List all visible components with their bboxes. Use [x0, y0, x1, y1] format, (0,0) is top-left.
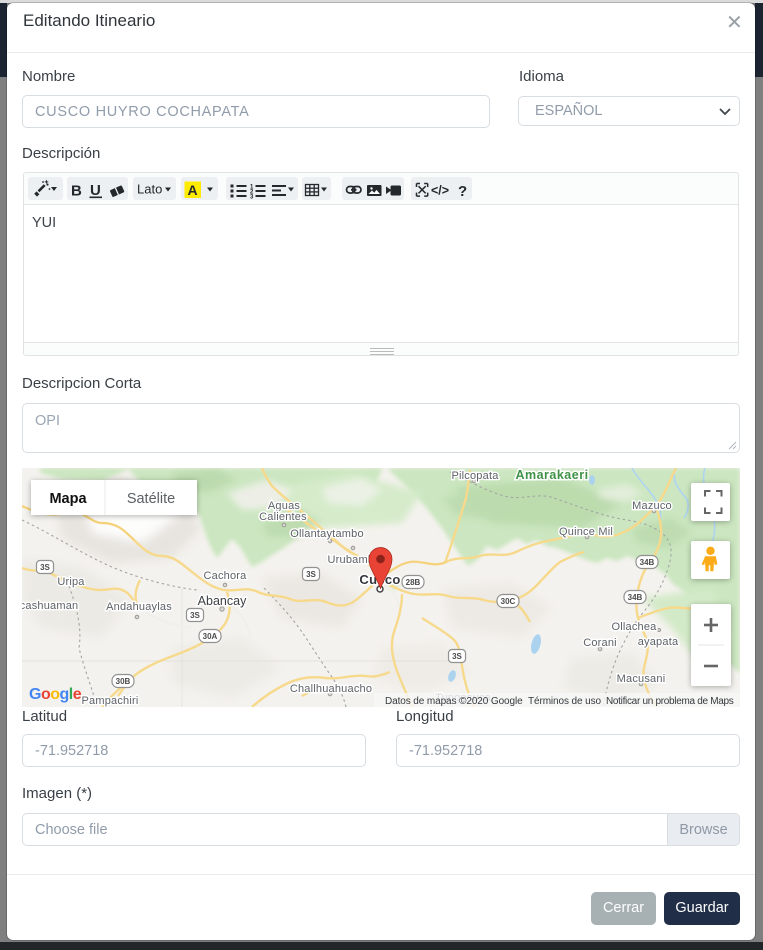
svg-text:Cachora: Cachora [204, 570, 248, 582]
svg-text:Ollachea: Ollachea [611, 621, 657, 633]
svg-text:Lato: Lato [137, 182, 162, 197]
svg-text:Amarakaeri: Amarakaeri [515, 468, 588, 482]
svg-text:30B: 30B [116, 677, 131, 686]
svg-text:?: ? [458, 183, 467, 200]
svg-text:Abancay: Abancay [198, 594, 247, 608]
svg-text:Pampachiri: Pampachiri [81, 695, 138, 707]
svg-text:30C: 30C [501, 597, 516, 606]
svg-text:U: U [90, 182, 101, 199]
svg-text:Calientes: Calientes [259, 511, 307, 523]
svg-text:30A: 30A [203, 632, 218, 641]
svg-text:Challhuahuacho: Challhuahuacho [290, 683, 372, 695]
svg-text:B: B [71, 183, 82, 200]
svg-text:Mapa: Mapa [49, 491, 87, 507]
svg-text:3S: 3S [40, 563, 50, 572]
svg-text:Corani: Corani [583, 637, 617, 649]
svg-text:28B: 28B [406, 578, 421, 587]
svg-text:Quince Mil: Quince Mil [559, 526, 613, 538]
svg-text:3S: 3S [452, 652, 462, 661]
svg-text:Google: Google [29, 686, 82, 703]
svg-text:ayapata: ayapata [638, 636, 679, 648]
svg-text:Mazuco: Mazuco [632, 500, 672, 512]
svg-text:3S: 3S [190, 611, 200, 620]
svg-text:</>: </> [431, 184, 449, 198]
svg-text:3S: 3S [306, 570, 316, 579]
svg-text:Satélite: Satélite [127, 491, 175, 507]
svg-text:Notificar un problema de Maps: Notificar un problema de Maps [606, 696, 734, 707]
svg-text:Términos de uso: Términos de uso [528, 696, 602, 707]
svg-text:Macusani: Macusani [617, 673, 666, 685]
svg-text:cashuaman: cashuaman [22, 600, 78, 612]
svg-text:Andahuaylas: Andahuaylas [106, 601, 172, 613]
svg-text:Ollantaytambo: Ollantaytambo [290, 528, 364, 540]
svg-text:34B: 34B [640, 558, 655, 567]
svg-text:34B: 34B [628, 593, 643, 602]
svg-text:Pilcopata: Pilcopata [451, 470, 499, 482]
svg-text:Datos de mapas ©2020 Google: Datos de mapas ©2020 Google [385, 696, 523, 707]
svg-text:A: A [188, 182, 198, 198]
svg-text:Uripa: Uripa [57, 576, 85, 588]
